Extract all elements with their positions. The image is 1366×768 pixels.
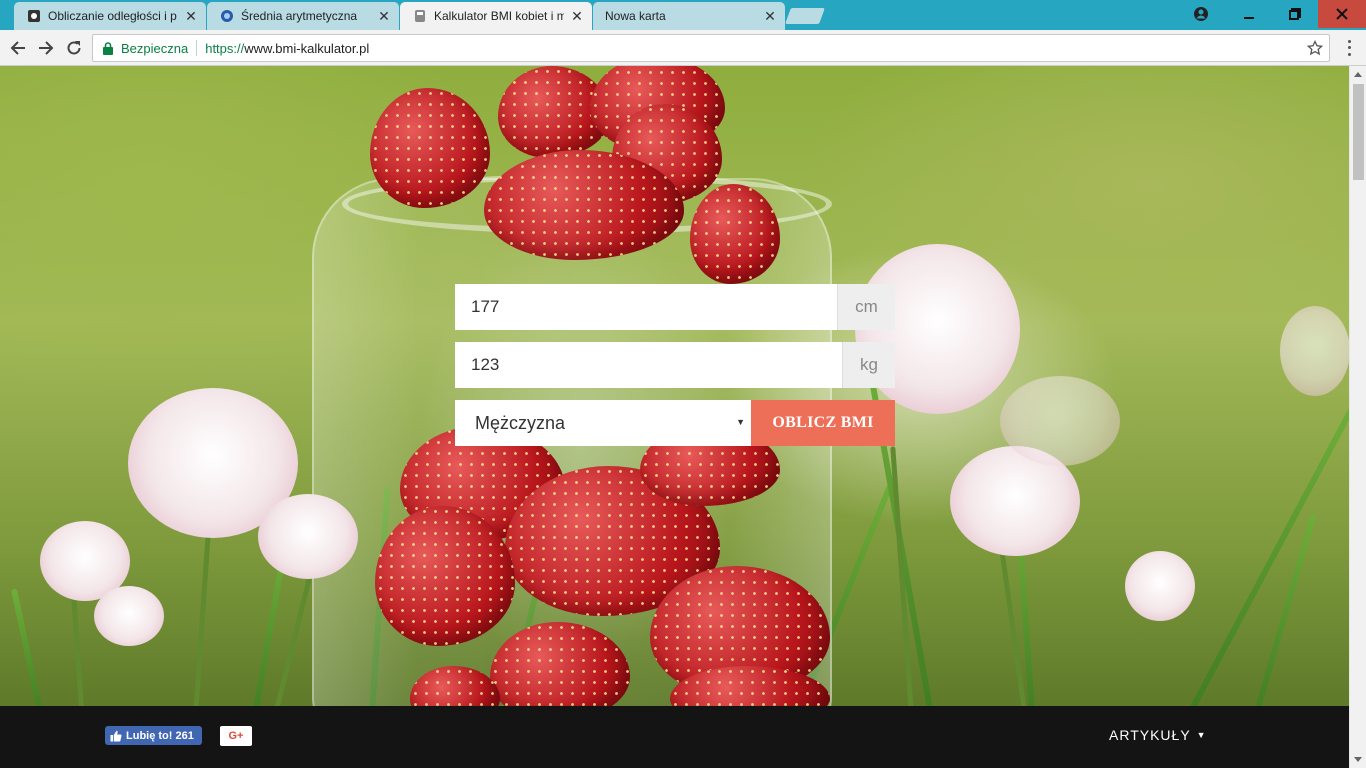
facebook-like-label: Lubię to! 261	[126, 729, 194, 742]
gender-row: Mężczyzna ▼ OBLICZ BMI	[455, 400, 895, 446]
tab-close-icon[interactable]: ✕	[184, 8, 198, 25]
site-favicon-icon	[26, 8, 42, 24]
facebook-like-button[interactable]: Lubię to! 261	[105, 726, 202, 745]
page-scrollbar[interactable]	[1349, 66, 1366, 768]
google-plus-button[interactable]: G+	[220, 726, 252, 746]
dropdown-caret-icon: ▼	[736, 417, 745, 427]
bookmark-star-icon[interactable]	[1306, 39, 1324, 56]
url-text: https://www.bmi-kalkulator.pl	[205, 41, 369, 56]
height-unit-label: cm	[837, 284, 895, 330]
tab-title: Nowa karta	[605, 9, 666, 23]
articles-menu-label: ARTYKUŁY	[1109, 727, 1191, 743]
chevron-down-icon: ▼	[1196, 730, 1207, 740]
scroll-down-arrow-icon[interactable]	[1354, 757, 1362, 762]
page-viewport: cm kg Mężczyzna ▼ OBLICZ BMI Lubię to! 2…	[0, 66, 1349, 768]
bmi-form: cm kg Mężczyzna ▼ OBLICZ BMI	[455, 284, 895, 458]
tab-title: Obliczanie odległości i p	[48, 9, 177, 23]
tab-close-icon[interactable]: ✕	[763, 8, 777, 25]
divider	[196, 40, 198, 56]
tab-close-icon[interactable]: ✕	[570, 8, 584, 25]
weight-input[interactable]	[455, 342, 842, 388]
thumbs-up-icon	[110, 730, 122, 742]
footer-bar: Lubię to! 261 G+ ARTYKUŁY ▼	[0, 706, 1349, 768]
url-scheme: https://	[205, 40, 245, 56]
height-input[interactable]	[455, 284, 837, 330]
reload-icon[interactable]	[63, 37, 85, 59]
minimize-button[interactable]	[1226, 0, 1272, 28]
scroll-up-arrow-icon[interactable]	[1354, 72, 1362, 77]
restore-button[interactable]	[1272, 0, 1318, 28]
scrollbar-thumb[interactable]	[1353, 84, 1364, 180]
forward-arrow-icon[interactable]	[35, 37, 57, 59]
gender-selected-value: Mężczyzna	[475, 412, 566, 433]
site-favicon-icon	[219, 8, 235, 24]
new-tab-button[interactable]	[785, 8, 825, 24]
weight-unit-label: kg	[842, 342, 895, 388]
gender-select[interactable]: Mężczyzna ▼	[455, 400, 751, 446]
tab-distance-calculator[interactable]: Obliczanie odległości i p ✕	[14, 2, 206, 30]
site-favicon-icon	[412, 8, 428, 24]
close-window-button[interactable]	[1318, 0, 1366, 28]
profile-icon[interactable]	[1193, 6, 1209, 22]
calculate-bmi-button[interactable]: OBLICZ BMI	[751, 400, 895, 446]
articles-menu[interactable]: ARTYKUŁY ▼	[1109, 727, 1207, 743]
security-label: Bezpieczna	[121, 40, 189, 56]
weight-row: kg	[455, 342, 895, 388]
url-host: www.bmi-kalkulator.pl	[244, 40, 370, 56]
tab-bmi-calculator[interactable]: Kalkulator BMI kobiet i m ✕	[400, 2, 592, 30]
lock-icon	[101, 41, 115, 55]
tab-title: Kalkulator BMI kobiet i m	[434, 9, 564, 23]
tab-new-tab[interactable]: Nowa karta ✕	[593, 2, 785, 30]
height-row: cm	[455, 284, 895, 330]
tab-title: Średnia arytmetyczna	[241, 9, 358, 23]
back-arrow-icon[interactable]	[7, 37, 29, 59]
browser-menu-icon[interactable]	[1341, 38, 1357, 58]
tab-arithmetic-mean[interactable]: Średnia arytmetyczna ✕	[207, 2, 399, 30]
browser-tab-strip: Obliczanie odległości i p ✕ Średnia aryt…	[0, 0, 1366, 30]
address-bar[interactable]: Bezpieczna https://www.bmi-kalkulator.pl	[92, 34, 1330, 62]
tab-close-icon[interactable]: ✕	[377, 8, 391, 25]
browser-toolbar: Bezpieczna https://www.bmi-kalkulator.pl	[0, 30, 1366, 66]
